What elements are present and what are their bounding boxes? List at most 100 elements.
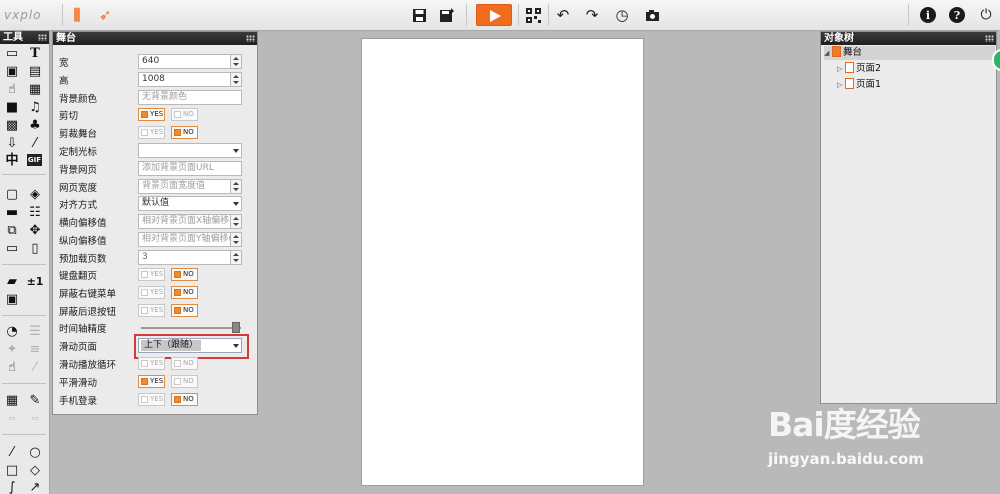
picture-icon[interactable]: ▦ [27,82,43,97]
align-select[interactable]: 默认值 [138,196,242,211]
chevron-down-icon[interactable] [231,143,242,158]
desktop-icon[interactable]: ▭ [4,241,20,256]
chevron-down-icon[interactable] [231,196,242,211]
screenshot-icon[interactable] [643,6,661,24]
comment-icon[interactable]: ▰ [4,274,20,289]
plus-minus-one-icon[interactable]: ±1 [25,274,45,289]
copy-icon[interactable]: ⧉ [4,223,20,238]
collapsed-triangle-icon[interactable]: ▷ [837,78,845,92]
image-frame-icon[interactable]: ▣ [4,64,20,79]
tree-item-stage[interactable]: ◢ 舞台 [824,46,995,60]
chinese-text-icon[interactable]: 中 [4,153,20,168]
keyboard-flip-yes-toggle[interactable]: YES [138,268,165,281]
save-as-icon[interactable] [438,6,456,24]
swipe-loop-no-toggle[interactable]: NO [171,357,198,370]
yes-text: YES [150,395,164,403]
swipe-loop-yes-toggle[interactable]: YES [138,357,165,370]
tree-item-page1[interactable]: ▷ 页面1 [837,78,881,92]
y-offset-stepper[interactable] [230,232,242,247]
preload-stepper[interactable] [230,250,242,265]
music-note-icon[interactable]: ♫ [27,100,43,115]
drag-grip-icon[interactable] [246,35,255,42]
move-arrows-icon[interactable]: ✥ [27,223,43,238]
crop-stage-yes-toggle[interactable]: YES [138,126,165,139]
undo-icon[interactable]: ↶ [554,6,572,24]
x-offset-stepper[interactable] [230,214,242,229]
document-icon[interactable]: ▤ [27,64,43,79]
height-label: 高 [59,76,69,87]
x-offset-input[interactable]: 相对背景页面X轴偏移( [138,214,242,229]
diamond-icon[interactable]: ◇ [27,463,43,478]
drag-grip-icon[interactable] [38,34,47,41]
clip-yes-toggle[interactable]: YES [138,108,165,121]
arrow-icon[interactable]: ↗ [27,480,43,494]
redo-icon[interactable]: ↷ [583,6,601,24]
touch-icon[interactable]: ☝ [4,360,20,375]
mobile-icon[interactable]: ▯ [27,241,43,256]
page-width-stepper[interactable] [230,179,242,194]
collapsed-triangle-icon[interactable]: ▷ [837,62,845,76]
info-icon[interactable]: i [920,7,936,23]
rectangle-icon[interactable]: □ [4,463,20,478]
expanded-triangle-icon[interactable]: ◢ [824,46,832,60]
gif-icon[interactable]: GIF [27,154,42,166]
hand-pointer-icon[interactable]: ☝ [4,82,20,97]
tools-panel-title: 工具 [3,32,23,43]
checkbox-icon [141,289,148,296]
rocket-icon[interactable]: ➶ [96,6,114,24]
y-offset-input[interactable]: 相对背景页面Y轴偏移( [138,232,242,247]
qr-tool-icon[interactable]: ▩ [4,118,20,133]
help-icon[interactable]: ? [949,7,965,23]
circle-icon[interactable]: ○ [27,445,43,460]
timeline-precision-slider[interactable] [141,327,241,329]
block-back-yes-toggle[interactable]: YES [138,304,165,317]
block-context-menu-no-toggle[interactable]: NO [171,286,198,299]
tree-item-page2[interactable]: ▷ 页面2 [837,62,881,76]
smooth-swipe-no-toggle[interactable]: NO [171,375,198,388]
mobile-login-no-toggle[interactable]: NO [171,393,198,406]
preload-input[interactable]: 3 [138,250,242,265]
width-stepper[interactable] [230,54,242,69]
bracket-box-icon[interactable]: ▣ [4,292,20,307]
height-stepper[interactable] [230,72,242,87]
video-camera-icon[interactable]: ■ [4,100,20,115]
drag-grip-icon[interactable] [985,35,994,42]
brush-icon[interactable]: ⁄ [27,136,43,151]
bg-color-input[interactable]: 无背景颜色 [138,90,242,105]
bg-page-url-input[interactable]: 添加背景页面URL [138,161,242,176]
width-input[interactable]: 640 [138,54,242,69]
timer-icon[interactable]: ◔ [4,324,20,339]
crop-stage-no-toggle[interactable]: NO [171,126,198,139]
power-icon[interactable]: ⏻ [977,6,995,24]
line-icon[interactable]: ⁄ [4,445,20,460]
clip-no-toggle[interactable]: NO [171,108,198,121]
height-input[interactable]: 1008 [138,72,242,87]
new-page-icon[interactable]: ▢ [4,187,20,202]
table-icon[interactable]: ▦ [4,393,20,408]
toolbar-separator [548,4,549,26]
settings-sliders-icon[interactable]: ☷ [27,205,43,220]
layers-icon[interactable]: ◈ [27,187,43,202]
stage-canvas[interactable] [361,38,644,486]
library-icon[interactable]: ⫼ [68,6,86,24]
block-back-no-toggle[interactable]: NO [171,304,198,317]
keyboard-flip-no-toggle[interactable]: NO [171,268,198,281]
preview-play-button[interactable] [476,4,512,26]
page-width-input[interactable]: 背景页面宽度值 [138,179,242,194]
folder-icon[interactable]: ▬ [4,205,20,220]
page-width-label: 网页宽度 [59,183,98,194]
download-icon[interactable]: ⇩ [4,136,20,151]
qr-code-icon[interactable] [524,6,542,24]
paint-bucket-icon[interactable]: ♣ [27,118,43,133]
history-icon[interactable]: ◷ [613,6,631,24]
text-icon[interactable]: T [27,46,43,61]
cursor-select[interactable] [138,143,242,158]
block-context-menu-yes-toggle[interactable]: YES [138,286,165,299]
mobile-login-yes-toggle[interactable]: YES [138,393,165,406]
edit-icon[interactable]: ✎ [27,393,43,408]
smooth-swipe-yes-toggle[interactable]: YES [138,375,165,388]
text-box-icon[interactable]: ▭ [4,46,20,61]
curve-icon[interactable]: ∫ [4,480,20,494]
slider-handle[interactable] [232,322,240,333]
save-icon[interactable] [410,6,428,24]
